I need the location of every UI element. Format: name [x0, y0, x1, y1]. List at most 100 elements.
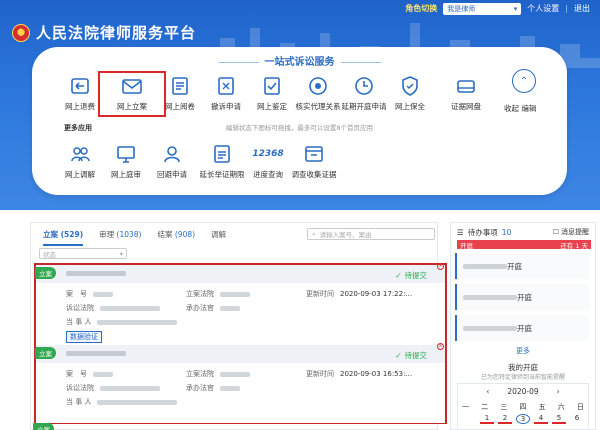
case-row: 承办法官: [186, 303, 240, 313]
weekday: 二: [481, 403, 489, 411]
clock-icon: [353, 75, 375, 97]
collapse-button[interactable]: ⌃: [512, 69, 536, 93]
service-preservation[interactable]: 网上保全: [380, 75, 440, 112]
calendar-day: [462, 414, 476, 424]
case-tag: 立案: [35, 267, 56, 279]
withdraw-icon: [215, 75, 237, 97]
service-evidence-drive[interactable]: 证据网盘: [436, 75, 496, 112]
case-tabs: 立案 (529) 审理 (1038) 结案 (908) 调解: [43, 229, 226, 246]
case-card[interactable]: 立案 ✓ 待提交 × 案 号 立案法院 更新时间 2020-09-03 16:53:…: [35, 343, 445, 423]
case-status: ✓ 待提交: [395, 350, 427, 361]
case-row: 诉讼法院: [66, 303, 160, 313]
service-collect-evidence[interactable]: 调查收集证据: [284, 143, 344, 180]
field-label: 当 事 人: [66, 318, 92, 326]
message-reminder-toggle[interactable]: ☐ 消息提醒: [553, 227, 589, 237]
calendar-day-selected[interactable]: 3: [516, 414, 530, 424]
calendar-day[interactable]: 1: [480, 414, 494, 424]
extend-icon: [211, 143, 233, 165]
tab-label: 审理: [99, 230, 115, 239]
case-row: 更新时间 2020-09-03 16:53:...: [306, 369, 412, 379]
mail-icon: [121, 75, 143, 97]
case-tag: 立案: [33, 423, 54, 430]
field-label: 立案法院: [186, 290, 214, 298]
calendar: ‹ 2020-09 › 一 二 三 四 五 六 日 1 2 3 4 5 6: [457, 383, 589, 430]
case-row: 承办法官: [186, 383, 240, 393]
header-banner: 角色切换 我是律师 ▾ 个人设置 | 退出 人民法院律师服务平台 一站式诉讼服务…: [0, 0, 600, 210]
calendar-day[interactable]: 6: [570, 414, 584, 424]
todo-title: 待办事项: [467, 228, 498, 237]
field-label: 更新时间: [306, 290, 334, 298]
redacted-value: [220, 291, 250, 297]
app-title: 人民法院律师服务平台: [36, 24, 197, 42]
my-hearings-subtitle: 已为您特定律师到当前智能提醒: [480, 374, 565, 381]
status-placeholder: 状态: [43, 250, 56, 259]
hotline-number: 12368: [252, 149, 284, 159]
field-label: 承办法官: [186, 384, 214, 392]
edit-label[interactable]: 编辑: [521, 104, 536, 113]
service-label: 证据网盘: [451, 102, 481, 111]
todo-header: ☰ 待办事项 10: [457, 227, 511, 238]
collapse-label[interactable]: 收起: [504, 104, 519, 113]
logout-link[interactable]: 退出: [574, 3, 590, 14]
case-row: 更新时间 2020-09-03 17:22:...: [306, 289, 412, 299]
divider: |: [565, 4, 568, 13]
tab-count: (908): [174, 230, 196, 239]
data-verify-tag[interactable]: 数据验证: [66, 331, 102, 343]
check-circle-icon: ✓: [395, 271, 402, 280]
field-label: 案 号: [66, 370, 87, 378]
field-label: 案 号: [66, 290, 87, 298]
chevron-down-icon: ▾: [513, 4, 518, 13]
more-link[interactable]: 更多: [451, 346, 595, 356]
redacted-value: [97, 399, 178, 405]
tab-label: 立案: [43, 230, 58, 239]
tab-trial[interactable]: 审理 (1038): [99, 229, 141, 246]
chevron-up-icon: ⌃: [519, 75, 529, 87]
shield-icon: [399, 75, 421, 97]
personal-settings-link[interactable]: 个人设置: [527, 3, 559, 14]
service-label: 网上退费: [65, 102, 95, 111]
tab-mediation[interactable]: 调解: [211, 229, 226, 246]
redacted-value: [100, 385, 160, 391]
calendar-day[interactable]: 4: [534, 414, 548, 424]
brand: 人民法院律师服务平台: [12, 22, 196, 43]
trial-icon: [115, 143, 137, 165]
calendar-day[interactable]: 5: [552, 414, 566, 424]
calendar-day[interactable]: 2: [498, 414, 512, 424]
tab-closed[interactable]: 结案 (908): [157, 229, 195, 246]
status-select[interactable]: 状态 ▾: [39, 248, 127, 259]
todo-item[interactable]: 开庭: [455, 253, 589, 279]
todo-count: 10: [501, 228, 512, 237]
field-label: 更新时间: [306, 370, 334, 378]
service-card: 一站式诉讼服务 网上退费 网上立案 网上阅卷 撤诉申请 网上鉴定 核实代理关系 …: [32, 47, 567, 195]
todo-item-text: 开庭: [507, 261, 522, 271]
chevron-left-icon[interactable]: ‹: [486, 387, 489, 396]
tab-count: (1038): [116, 230, 142, 239]
collapse-edit-labels: 收起 编辑: [504, 103, 536, 114]
search-input[interactable]: ⌕ 请输入案号、案由: [307, 228, 435, 240]
appraisal-icon: [261, 75, 283, 97]
calendar-month: 2020-09: [507, 387, 539, 396]
todo-item[interactable]: 开庭: [455, 284, 589, 310]
tab-filing[interactable]: 立案 (529): [43, 229, 84, 246]
field-label: 当 事 人: [66, 398, 92, 406]
chevron-right-icon[interactable]: ›: [557, 387, 560, 396]
todo-item[interactable]: 开庭: [455, 315, 589, 341]
checkbox-icon: ☐: [552, 228, 559, 236]
role-select[interactable]: 我是律师 ▾: [443, 2, 522, 15]
todo-alert-bar[interactable]: 开庭 还有 1 天: [457, 240, 591, 250]
calendar-weekdays: 一 二 三 四 五 六 日: [462, 402, 584, 412]
case-row: 立案法院: [186, 289, 250, 299]
tab-count: (529): [60, 230, 84, 239]
case-row: 当 事 人: [66, 397, 178, 407]
service-refund[interactable]: 网上退费: [50, 75, 110, 112]
redacted-value: [463, 294, 517, 300]
close-icon[interactable]: ×: [437, 263, 444, 270]
case-card[interactable]: 立案 ✓ 待提交 × 案 号 立案法院 更新时间 2020-09-03 17:22:…: [35, 263, 445, 343]
update-time: 2020-09-03 17:22:...: [340, 290, 413, 298]
evidence-icon: [303, 143, 325, 165]
tab-label: 结案: [157, 230, 173, 239]
todo-item-text: 开庭: [517, 292, 532, 302]
edit-hint: 编辑状态下图标可拖拽，最多可以设置8个首页应用: [225, 124, 374, 132]
case-list-panel: 立案 (529) 审理 (1038) 结案 (908) 调解 ⌕ 请输入案号、案…: [30, 222, 447, 430]
close-icon[interactable]: ×: [437, 343, 444, 350]
